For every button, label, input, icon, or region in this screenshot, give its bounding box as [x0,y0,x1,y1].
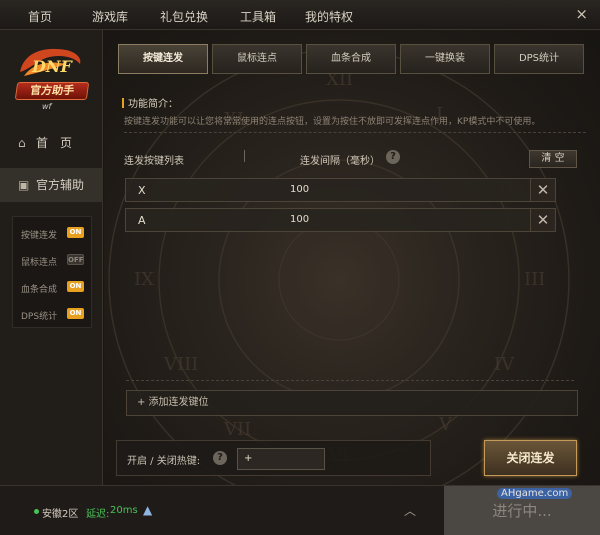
logo-signature: wf [42,102,52,111]
row-key: A [138,214,146,227]
feature-description: 按键连发功能可以让您将常常使用的连点按钮，设置为按住不放即可发挥连点作用，KP模… [124,117,541,127]
sidebar-item-home[interactable]: ⌂ 首 页 [0,126,103,160]
briefcase-icon: ▣ [18,178,30,192]
nav-my-privileges[interactable]: 我的特权 [305,8,353,25]
table-row: A 100 [125,208,555,232]
toggle-on[interactable]: ON [67,281,84,292]
column-header-keys: 连发按键列表 [124,156,184,167]
server-name: 安徽2区 [42,509,79,520]
row-key: X [138,184,146,197]
sub-item-key-repeat[interactable]: 按键连发 ON [21,227,93,241]
tab-mouse-click[interactable]: 鼠标连点 [212,44,302,74]
nav-gift-redeem[interactable]: 礼包兑换 [160,8,208,25]
nav-toolbox[interactable]: 工具箱 [240,8,276,25]
row-interval[interactable]: 100 [290,214,309,225]
svg-text:IX: IX [134,269,154,290]
svg-text:VII: VII [223,419,251,440]
ping-value: 20ms [110,505,138,516]
toggle-on[interactable]: ON [67,227,84,238]
main-panel: XII I II III IV V VI VII VIII IX X XI 按键… [104,30,600,485]
sidebar-item-official-assist[interactable]: ▣ 官方辅助 [0,168,103,202]
hotkey-panel: 开启 / 关闭热键: ? + [116,440,431,476]
sub-item-mouse-click[interactable]: 鼠标连点 OFF [21,254,93,268]
hotkey-input[interactable]: + [237,448,325,470]
tab-hp-bar[interactable]: 血条合成 [306,44,396,74]
stop-repeat-button[interactable]: 关闭连发 [484,440,577,476]
watermark: AHgame.com [497,488,573,499]
nav-game-library[interactable]: 游戏库 [92,8,128,25]
table-row: X 100 [125,178,555,202]
column-separator [244,150,245,162]
top-nav: 首页 游戏库 礼包兑换 工具箱 我的特权 × [0,0,600,30]
row-interval[interactable]: 100 [290,184,309,195]
tab-quick-equip[interactable]: 一键换装 [400,44,490,74]
close-icon[interactable]: × [575,5,588,23]
svg-text:DNF: DNF [31,57,74,76]
sidebar: DNF 官方助手 wf ⌂ 首 页 ▣ 官方辅助 按键连发 ON 鼠标连点 OFF … [0,30,103,485]
ping-label: 延迟: [86,509,110,520]
help-icon[interactable]: ? [213,451,227,465]
add-key-button[interactable]: + 添加连发键位 [126,390,578,416]
rocket-icon[interactable]: ▲ [143,503,152,517]
tab-dps[interactable]: DPS统计 [494,44,584,74]
sub-item-hp-bar[interactable]: 血条合成 ON [21,281,93,295]
sidebar-item-label: 首 页 [36,136,73,150]
svg-text:VIII: VIII [163,354,198,375]
feature-title: 功能简介： [122,95,178,110]
hotkey-label: 开启 / 关闭热键: [127,456,201,467]
clear-button[interactable]: 清 空 [529,150,577,168]
online-indicator-icon [34,509,39,514]
delete-icon[interactable]: ✕ [530,178,556,202]
delete-icon[interactable]: ✕ [530,208,556,232]
divider [124,132,586,133]
logo-badge: 官方助手 [14,82,90,100]
home-icon: ⌂ [18,136,26,150]
svg-text:III: III [524,269,545,290]
chevron-up-icon[interactable]: ︿ [404,502,416,519]
clock-background: XII I II III IV V VI VII VIII IX X XI [108,49,570,485]
svg-text:IV: IV [494,354,515,375]
app-logo: DNF 官方助手 wf [14,42,94,111]
toggle-on[interactable]: ON [67,308,84,319]
nav-home[interactable]: 首页 [28,8,52,25]
dnf-logo-icon: DNF [20,48,81,76]
svg-text:V: V [438,414,453,435]
feature-toggle-list: 按键连发 ON 鼠标连点 OFF 血条合成 ON DPS统计 ON [12,216,92,328]
column-header-interval: 连发间隔（毫秒） [300,156,380,167]
sub-item-dps[interactable]: DPS统计 ON [21,308,93,322]
tab-key-repeat[interactable]: 按键连发 [118,44,208,74]
help-icon[interactable]: ? [386,150,400,164]
toggle-off[interactable]: OFF [67,254,84,265]
sidebar-item-label: 官方辅助 [36,178,85,192]
divider [126,380,574,381]
